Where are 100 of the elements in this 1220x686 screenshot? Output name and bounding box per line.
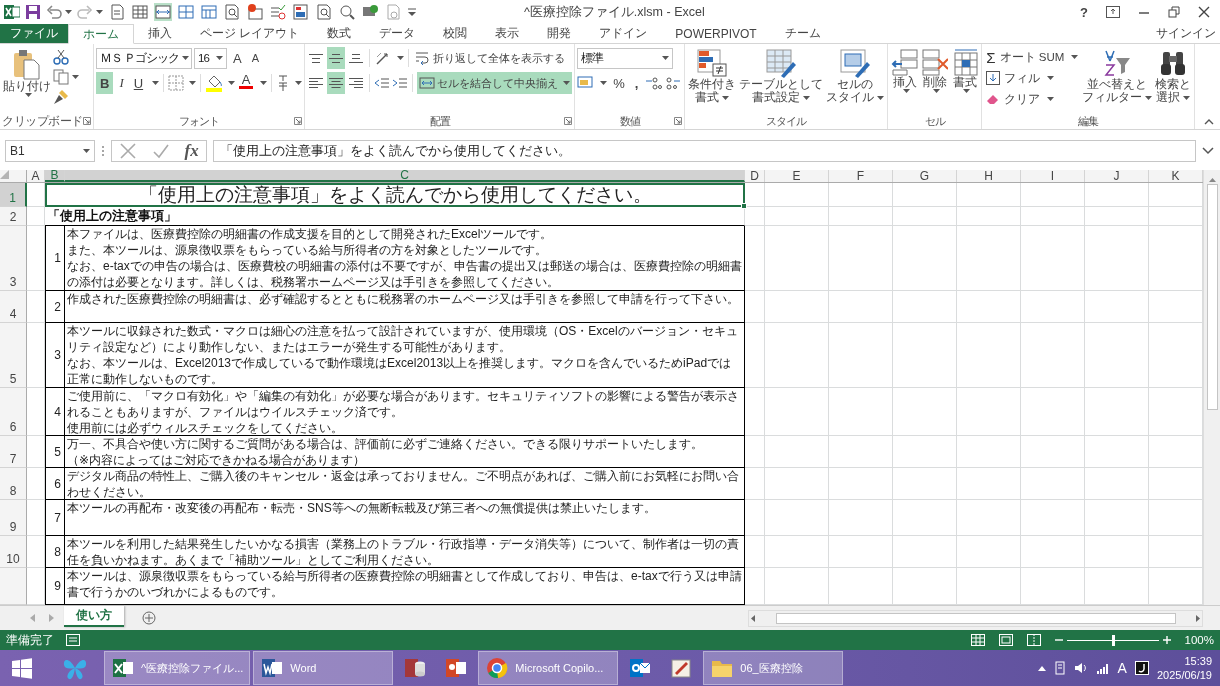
help-button[interactable]: ?	[1080, 4, 1088, 20]
zoom-out-icon[interactable]	[1054, 636, 1063, 644]
format-cells-icon[interactable]	[951, 48, 979, 76]
number-format-field[interactable]: 標準	[577, 47, 674, 69]
vertical-scrollbar[interactable]	[1203, 170, 1220, 605]
style-button[interactable]: テーブルとして 書式設定	[738, 47, 825, 113]
insert-function-button[interactable]: fx	[184, 141, 199, 161]
row-header[interactable]: 5	[0, 323, 27, 388]
cells-button[interactable]: 削除	[920, 47, 950, 113]
sign-in-link[interactable]: サインイン	[1156, 24, 1220, 43]
brush-icon[interactable]	[53, 89, 69, 105]
page-break-icon[interactable]	[1026, 634, 1041, 646]
zoom-level[interactable]: 100%	[1184, 634, 1214, 646]
ribbon-display-icon[interactable]	[1106, 6, 1120, 18]
restore-icon[interactable]	[1168, 6, 1180, 18]
grid-icon[interactable]	[200, 3, 218, 21]
delete-cells-icon[interactable]	[921, 48, 949, 76]
conditional-format-icon[interactable]	[696, 48, 729, 78]
signal-icon[interactable]	[1095, 662, 1110, 674]
ribbon-tab[interactable]: POWERPIVOT	[661, 24, 771, 43]
column-header[interactable]: C	[65, 170, 745, 182]
ribbon-tab[interactable]: 校閲	[429, 24, 482, 43]
sort-filter-button[interactable]: 並べ替えと フィルター	[1081, 47, 1154, 113]
font-style-button[interactable]: I	[115, 72, 128, 94]
find-select-button[interactable]: 検索と 選択	[1154, 47, 1193, 113]
grid-icon[interactable]	[131, 3, 149, 21]
dialog-launcher-icon[interactable]	[674, 117, 683, 125]
row-header[interactable]: 6	[0, 388, 27, 436]
ribbon-tab[interactable]: ページ レイアウト	[186, 24, 314, 43]
grid-icon[interactable]	[177, 3, 195, 21]
drawing-app-icon[interactable]	[669, 656, 694, 680]
column-header[interactable]: D	[745, 170, 765, 182]
check-icon[interactable]	[151, 142, 170, 160]
normal-view-icon[interactable]	[970, 634, 985, 646]
column-header[interactable]: I	[1021, 170, 1085, 182]
outdent-icon[interactable]	[374, 75, 391, 91]
clear-button[interactable]: クリア	[984, 89, 1081, 109]
row-header[interactable]: 1	[0, 183, 27, 207]
row-header[interactable]: 9	[0, 500, 27, 536]
autosum-button[interactable]: Σ オート SUM	[984, 47, 1081, 67]
font-style-button[interactable]: U	[129, 72, 148, 94]
record-icon[interactable]	[246, 3, 264, 21]
indent-icon[interactable]	[392, 75, 409, 91]
zoom-slider[interactable]	[1066, 634, 1159, 646]
name-box[interactable]: B1	[5, 140, 95, 162]
form-icon[interactable]	[292, 3, 310, 21]
column-header[interactable]: B	[45, 170, 65, 182]
expand-icon[interactable]	[1202, 147, 1214, 155]
cells-button[interactable]: 書式	[950, 47, 980, 113]
clock-time[interactable]: 15:39	[1184, 654, 1212, 668]
cells-button[interactable]: 挿入	[890, 47, 920, 113]
column-header[interactable]: J	[1085, 170, 1149, 182]
column-header[interactable]: F	[829, 170, 893, 182]
increase-decimal-icon[interactable]	[644, 75, 663, 91]
ribbon-tab[interactable]: ファイル	[0, 24, 68, 43]
speaker-icon[interactable]	[1073, 662, 1088, 674]
page-layout-icon[interactable]	[998, 634, 1013, 646]
presentation-app-icon[interactable]	[444, 656, 469, 680]
paste-button[interactable]: 貼り付け	[2, 47, 52, 113]
align-button[interactable]	[327, 72, 346, 94]
ribbon-tab[interactable]: ホーム	[68, 24, 134, 44]
grow-font-button[interactable]: A	[229, 47, 246, 69]
font-style-button[interactable]: B	[96, 72, 114, 94]
row-header[interactable]: 3	[0, 226, 27, 291]
font-size-field[interactable]: 16	[194, 47, 227, 69]
customize-icon[interactable]	[407, 7, 417, 17]
row-header[interactable]: 2	[0, 207, 27, 226]
shrink-font-button[interactable]: A	[247, 47, 263, 69]
decrease-decimal-icon[interactable]	[664, 75, 683, 91]
redo-button[interactable]	[77, 4, 103, 20]
tray-expand-icon[interactable]	[1037, 665, 1046, 671]
fill-button[interactable]: フィル	[984, 68, 1081, 88]
merge-center-button[interactable]: セルを結合して中央揃え	[417, 72, 573, 94]
insert-cells-icon[interactable]	[891, 48, 919, 76]
row-header[interactable]: 4	[0, 291, 27, 323]
collapse-ribbon-icon[interactable]	[1204, 119, 1214, 125]
align-button[interactable]	[327, 47, 346, 69]
close-icon[interactable]	[1198, 6, 1210, 18]
browser-icon[interactable]	[485, 656, 510, 680]
ribbon-tab[interactable]: 数式	[313, 24, 366, 43]
style-button[interactable]: 条件付き 書式	[687, 47, 738, 113]
style-button[interactable]: セルの スタイル	[825, 47, 886, 113]
document-app-icon[interactable]	[260, 656, 285, 680]
fill-color-icon[interactable]	[205, 74, 224, 92]
checklist-icon[interactable]	[269, 3, 287, 21]
column-header[interactable]: E	[765, 170, 829, 182]
column-header[interactable]: G	[893, 170, 957, 182]
font-color-button[interactable]: A	[237, 72, 256, 94]
database-app-icon[interactable]	[403, 656, 428, 680]
ribbon-tab[interactable]: チーム	[770, 24, 835, 43]
save-icon[interactable]	[25, 4, 41, 20]
ribbon-tab[interactable]: データ	[365, 24, 430, 43]
wrap-text-button[interactable]: 折り返して全体を表示する	[413, 47, 568, 69]
input-method-icon[interactable]	[1134, 661, 1149, 675]
table-format-icon[interactable]	[765, 48, 798, 78]
sheet-tab[interactable]: 使い方	[64, 605, 124, 627]
dialog-launcher-icon[interactable]	[564, 117, 573, 125]
grid-icon[interactable]	[154, 3, 172, 21]
ribbon-tab[interactable]: 開発	[533, 24, 586, 43]
font-name-field[interactable]: ＭＳ Ｐゴシック	[96, 47, 192, 69]
